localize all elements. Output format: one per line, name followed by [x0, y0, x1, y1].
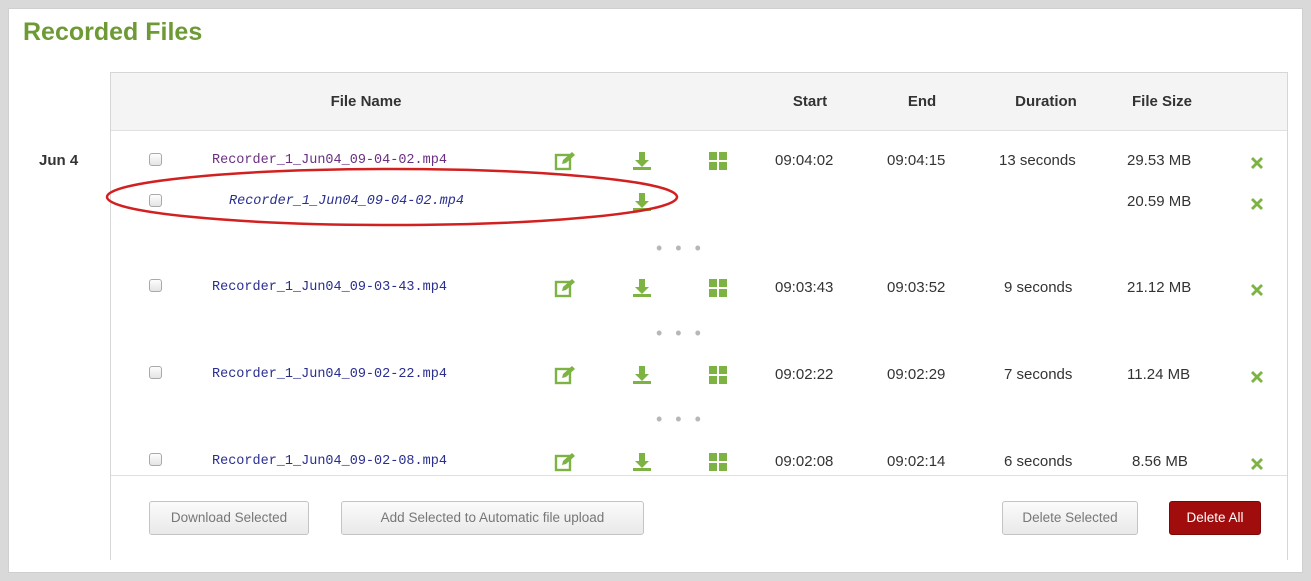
- thumbnail-grid-icon[interactable]: [707, 364, 729, 386]
- ellipsis-separator: • • •: [656, 323, 705, 343]
- start-time: 09:03:43: [775, 279, 834, 296]
- download-icon[interactable]: [631, 150, 653, 172]
- ellipsis-separator: • • •: [656, 409, 705, 429]
- start-time: 09:02:08: [775, 453, 834, 470]
- row-checkbox[interactable]: [149, 153, 162, 166]
- column-header-file-size[interactable]: File Size: [1117, 73, 1207, 130]
- delete-x-icon[interactable]: [1249, 369, 1265, 385]
- file-name-link[interactable]: Recorder_1_Jun04_09-02-22.mp4: [212, 364, 447, 386]
- file-size: 20.59 MB: [1127, 193, 1192, 210]
- download-icon[interactable]: [631, 451, 653, 473]
- file-size: 21.12 MB: [1127, 279, 1192, 296]
- delete-x-icon[interactable]: [1249, 155, 1265, 171]
- column-header-start[interactable]: Start: [775, 73, 845, 130]
- start-time: 09:02:22: [775, 366, 834, 383]
- edit-icon[interactable]: [554, 451, 576, 473]
- delete-x-icon[interactable]: [1249, 282, 1265, 298]
- duration: 7 seconds: [1004, 366, 1073, 383]
- file-size: 11.24 MB: [1127, 366, 1191, 383]
- delete-all-button[interactable]: Delete All: [1169, 501, 1261, 535]
- recorded-files-table: File Name Start End Duration File Size J…: [39, 72, 1288, 562]
- duration: 9 seconds: [1004, 279, 1073, 296]
- row-checkbox[interactable]: [149, 279, 162, 292]
- section-title: Recorded Files: [23, 18, 203, 46]
- delete-x-icon[interactable]: [1249, 196, 1265, 212]
- duration: 6 seconds: [1004, 453, 1073, 470]
- delete-selected-button[interactable]: Delete Selected: [1002, 501, 1138, 535]
- file-size: 8.56 MB: [1132, 453, 1188, 470]
- thumbnail-grid-icon[interactable]: [707, 451, 729, 473]
- end-time: 09:04:15: [887, 152, 946, 169]
- download-selected-button[interactable]: Download Selected: [149, 501, 309, 535]
- download-icon[interactable]: [631, 364, 653, 386]
- file-name-link[interactable]: Recorder_1_Jun04_09-04-02.mp4: [229, 191, 464, 213]
- delete-x-icon[interactable]: [1249, 456, 1265, 472]
- column-header-end[interactable]: End: [887, 73, 957, 130]
- download-icon[interactable]: [631, 277, 653, 299]
- column-header-file-name[interactable]: File Name: [261, 73, 471, 130]
- table-header: File Name Start End Duration File Size: [111, 73, 1287, 131]
- end-time: 09:02:14: [887, 453, 946, 470]
- edit-icon[interactable]: [554, 364, 576, 386]
- file-size: 29.53 MB: [1127, 152, 1192, 169]
- thumbnail-grid-icon[interactable]: [707, 277, 729, 299]
- download-icon[interactable]: [631, 191, 653, 213]
- row-checkbox[interactable]: [149, 194, 162, 207]
- duration: 13 seconds: [999, 152, 1076, 169]
- edit-icon[interactable]: [554, 150, 576, 172]
- ellipsis-separator: • • •: [656, 238, 705, 258]
- add-to-automatic-upload-button[interactable]: Add Selected to Automatic file upload: [341, 501, 644, 535]
- end-time: 09:02:29: [887, 366, 946, 383]
- row-checkbox[interactable]: [149, 366, 162, 379]
- table-footer: Download Selected Add Selected to Automa…: [111, 475, 1287, 562]
- edit-icon[interactable]: [554, 277, 576, 299]
- thumbnail-grid-icon[interactable]: [707, 150, 729, 172]
- start-time: 09:04:02: [775, 152, 834, 169]
- file-name-link[interactable]: Recorder_1_Jun04_09-03-43.mp4: [212, 277, 447, 299]
- date-group-label: Jun 4: [39, 152, 79, 169]
- file-name-link[interactable]: Recorder_1_Jun04_09-02-08.mp4: [212, 451, 447, 473]
- row-checkbox[interactable]: [149, 453, 162, 466]
- column-header-duration[interactable]: Duration: [991, 73, 1101, 130]
- file-name-link[interactable]: Recorder_1_Jun04_09-04-02.mp4: [212, 150, 447, 172]
- recorded-files-panel: Recorded Files File Name Start End Durat…: [8, 8, 1303, 573]
- end-time: 09:03:52: [887, 279, 946, 296]
